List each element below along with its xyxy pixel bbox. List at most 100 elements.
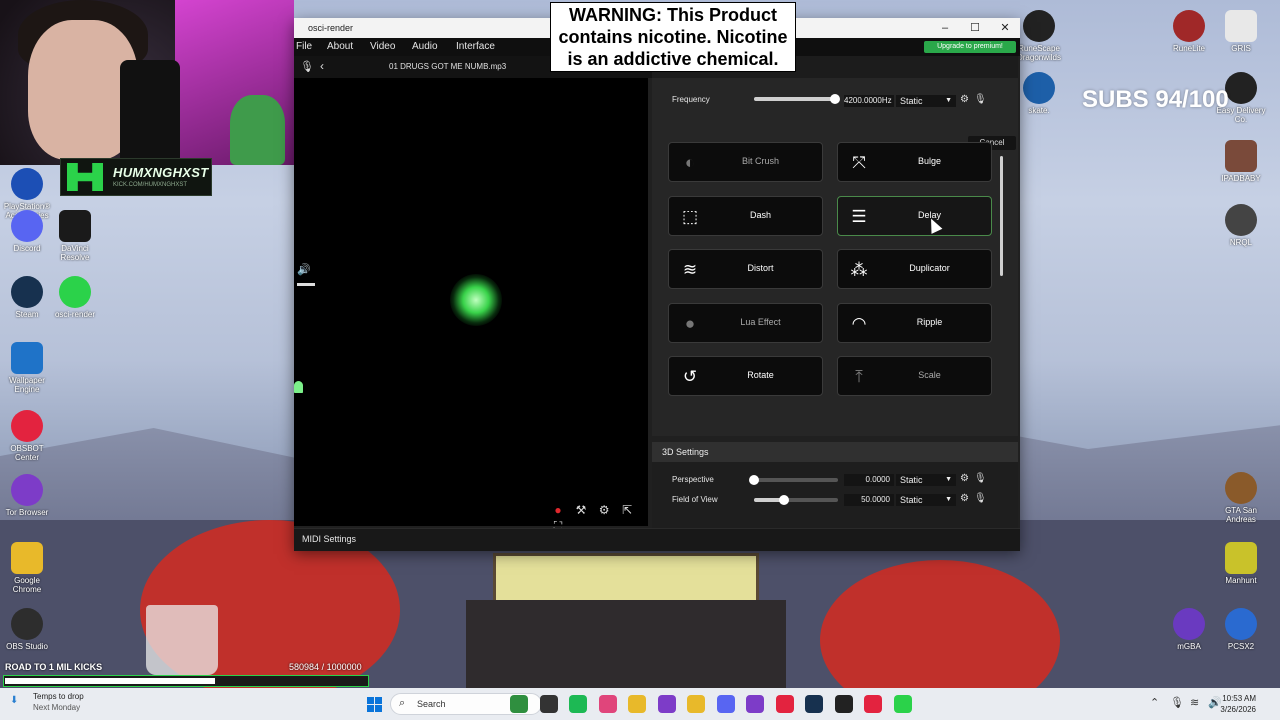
widgets-icon[interactable] <box>510 695 528 713</box>
recording-settings-icon[interactable]: ⚒ <box>573 502 589 518</box>
desktop-shortcut-label: Steam <box>15 310 39 319</box>
field-of-view-value-field[interactable]: 50.0000 <box>844 494 894 506</box>
minimize-button[interactable]: – <box>930 20 960 36</box>
perspective-slider-knob[interactable] <box>749 475 759 485</box>
gear-icon[interactable]: ⚙ <box>960 473 969 484</box>
microphone-icon[interactable]: 🎙 <box>974 493 987 504</box>
microphone-icon[interactable]: 🎙 <box>1170 696 1184 709</box>
desktop-shortcut[interactable]: Manhunt <box>1214 542 1268 585</box>
effect-button-bulge[interactable]: ⤧ Bulge <box>837 142 992 182</box>
gear-icon[interactable]: ⚙ <box>960 94 969 105</box>
microphone-icon[interactable]: 🎙 <box>974 473 987 484</box>
desktop-shortcut[interactable]: OBS Studio <box>0 608 54 651</box>
desktop-shortcut[interactable]: Steam <box>0 276 54 319</box>
menu-audio[interactable]: Audio <box>412 41 438 52</box>
3d-settings-header[interactable]: 3D Settings <box>652 442 1018 462</box>
gear-icon[interactable]: ⚙ <box>960 493 969 504</box>
terminal-icon[interactable] <box>834 695 853 713</box>
obsbot-icon[interactable] <box>746 695 764 713</box>
file-explorer-icon[interactable] <box>687 695 705 713</box>
3d-settings-panel: 3D Settings Perspective 0.0000 Static ▼ … <box>652 442 1018 528</box>
desktop-shortcut-label: skate. <box>1028 106 1050 115</box>
effect-button-distort[interactable]: ≋ Distort <box>668 249 823 289</box>
maximize-button[interactable]: ☐ <box>960 20 990 36</box>
effects-scrollbar[interactable] <box>1000 156 1003 276</box>
desktop-shortcut[interactable]: skate. <box>1012 72 1066 115</box>
perspective-label: Perspective <box>672 475 714 484</box>
oscilloscope-view[interactable]: 🔊 ● ⚒ ⚙ ⇱ ⛶ <box>294 78 648 533</box>
chevron-down-icon: ▼ <box>945 97 952 104</box>
delay-icon: ☰ <box>851 206 867 226</box>
back-chevron-icon[interactable]: ‹ <box>320 59 324 73</box>
desktop-shortcut[interactable]: OBSBOT Center <box>0 410 54 462</box>
desktop-shortcut[interactable]: Google Chrome <box>0 542 54 594</box>
perspective-slider[interactable] <box>749 475 838 485</box>
system-clock[interactable]: 10:53 AM 3/26/2026 <box>1196 693 1256 715</box>
field-of-view-slider[interactable] <box>754 495 838 505</box>
spotify-icon[interactable] <box>569 695 587 713</box>
effect-button-rotate[interactable]: ↺ Rotate <box>668 356 823 396</box>
close-button[interactable]: ✕ <box>990 20 1020 36</box>
microphone-icon[interactable]: 🎙 <box>300 60 314 73</box>
wallpaper-engine-icon <box>11 342 43 374</box>
menu-video[interactable]: Video <box>370 41 395 52</box>
effect-button-bit-crush[interactable]: ◐ Bit Crush <box>668 142 823 182</box>
field-of-view-slider-knob[interactable] <box>779 495 790 505</box>
menu-file[interactable]: File <box>296 41 312 52</box>
effect-button-scale[interactable]: ⤒ Scale <box>837 356 992 396</box>
desktop-shortcut[interactable]: GRIS <box>1214 10 1268 53</box>
gris-icon <box>1225 10 1257 42</box>
upgrade-premium-button[interactable]: Upgrade to premium! <box>924 41 1016 53</box>
desktop-shortcut[interactable]: RuneScape Dragonwilds <box>1012 10 1066 62</box>
menu-interface[interactable]: Interface <box>456 41 495 52</box>
desktop-shortcut[interactable]: Tor Browser <box>0 474 54 517</box>
desktop-shortcut[interactable]: RuneLite <box>1162 10 1216 53</box>
windows-start-icon[interactable] <box>367 697 382 712</box>
perspective-mode-select[interactable]: Static ▼ <box>896 474 956 486</box>
desktop-shortcut[interactable]: Wallpaper Engine <box>0 342 54 394</box>
chrome-alt-icon[interactable] <box>864 695 882 713</box>
gear-icon[interactable]: ⚙ <box>596 502 612 518</box>
desktop-shortcut[interactable]: IPADBABY <box>1214 140 1268 183</box>
desktop-shortcut[interactable]: mGBA <box>1162 608 1216 651</box>
ripple-icon: ◠ <box>851 313 867 333</box>
midi-settings-bar[interactable]: MIDI Settings <box>294 528 1020 551</box>
effect-button-duplicator[interactable]: ⁂ Duplicator <box>837 249 992 289</box>
desktop-shortcut[interactable]: GTA San Andreas <box>1214 472 1268 524</box>
effect-button-delay[interactable]: ☰ Delay <box>837 195 992 236</box>
osci-render-icon[interactable] <box>893 695 912 713</box>
effect-button-lua-effect[interactable]: ● Lua Effect <box>668 302 823 343</box>
frequency-value-field[interactable]: 4200.0000Hz <box>844 95 894 107</box>
frequency-slider[interactable] <box>754 94 841 104</box>
record-icon[interactable]: ● <box>550 502 566 518</box>
itunes-icon[interactable] <box>598 695 617 713</box>
frequency-mode-select[interactable]: Static ▼ <box>896 95 956 107</box>
tor-icon[interactable] <box>657 695 676 713</box>
desktop-shortcut[interactable]: osci-render <box>48 276 102 319</box>
desktop-shortcut[interactable]: NRQL <box>1214 204 1268 247</box>
microphone-icon[interactable]: 🎙 <box>974 94 987 105</box>
discord-icon[interactable] <box>716 695 735 713</box>
desktop-shortcut[interactable]: Discord <box>0 210 54 253</box>
perspective-value-field[interactable]: 0.0000 <box>844 474 894 486</box>
obs-record-icon[interactable] <box>775 695 794 713</box>
volume-icon[interactable]: 🔊 <box>297 263 311 276</box>
rotate-icon: ↺ <box>682 367 698 386</box>
frequency-slider-knob[interactable] <box>830 94 841 104</box>
chrome-icon[interactable] <box>628 695 646 713</box>
wallpaper-sign <box>493 553 759 605</box>
effect-button-ripple[interactable]: ◠ Ripple <box>837 302 992 343</box>
volume-slider[interactable] <box>297 283 315 286</box>
menu-about[interactable]: About <box>327 41 353 52</box>
desktop-shortcut[interactable]: DaVinci Resolve <box>48 210 102 262</box>
chevron-up-icon[interactable]: ⌃ <box>1150 696 1159 709</box>
task-view-icon[interactable] <box>539 695 558 713</box>
subs-goal: SUBS 94/100 <box>1082 86 1229 113</box>
desktop-shortcut-label: Google Chrome <box>12 576 42 594</box>
desktop-shortcut[interactable]: PCSX2 <box>1214 608 1268 651</box>
effect-button-dash[interactable]: ⬚ Dash <box>668 195 823 236</box>
desktop-shortcut-label: Manhunt <box>1225 576 1257 585</box>
popout-icon[interactable]: ⇱ <box>619 502 635 518</box>
steam-icon[interactable] <box>805 695 823 713</box>
field-of-view-mode-select[interactable]: Static ▼ <box>896 494 956 506</box>
